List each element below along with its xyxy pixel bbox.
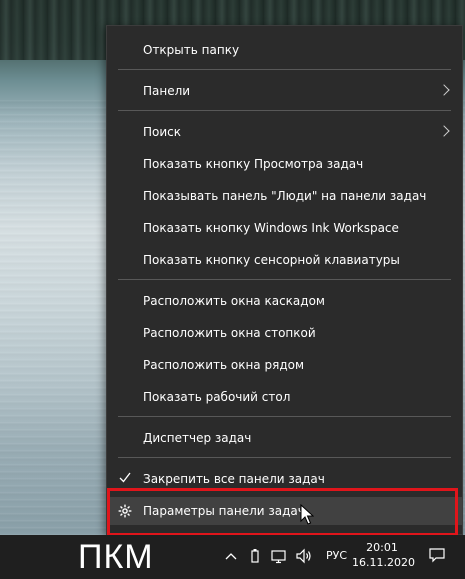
clock-time: 20:01: [366, 541, 398, 554]
chevron-up-icon[interactable]: [224, 547, 238, 565]
system-clock[interactable]: 20:01 16.11.2020: [352, 540, 415, 570]
menu-item-label: Расположить окна рядом: [143, 358, 305, 372]
notification-icon[interactable]: [428, 546, 446, 564]
menu-item-label: Показать кнопку Просмотра задач: [143, 157, 364, 171]
menu-separator: [118, 416, 451, 417]
language-indicator[interactable]: РУС: [326, 548, 347, 564]
menu-item-search[interactable]: Поиск: [107, 118, 462, 146]
annotation-highlight-box: [107, 488, 458, 536]
menu-item-label: Показать рабочий стол: [143, 390, 291, 404]
taskbar-context-menu: Открыть папку Панели Поиск Показать кноп…: [106, 25, 463, 535]
menu-item-show-task-view[interactable]: Показать кнопку Просмотра задач: [107, 150, 462, 178]
network-icon[interactable]: [270, 547, 288, 565]
chevron-right-icon: [438, 84, 450, 96]
menu-item-side-by-side-windows[interactable]: Расположить окна рядом: [107, 351, 462, 379]
menu-item-show-ink-workspace[interactable]: Показать кнопку Windows Ink Workspace: [107, 214, 462, 242]
clock-date: 16.11.2020: [352, 556, 415, 569]
menu-separator: [118, 69, 451, 70]
chevron-right-icon: [438, 125, 450, 137]
menu-item-label: Диспетчер задач: [143, 431, 252, 445]
menu-item-cascade-windows[interactable]: Расположить окна каскадом: [107, 287, 462, 315]
menu-separator: [118, 279, 451, 280]
menu-item-toolbars[interactable]: Панели: [107, 77, 462, 105]
menu-item-label: Закрепить все панели задач: [143, 472, 325, 486]
menu-item-open-folder[interactable]: Открыть папку: [107, 36, 462, 64]
menu-item-label: Открыть папку: [143, 43, 240, 57]
menu-item-task-manager[interactable]: Диспетчер задач: [107, 424, 462, 452]
menu-item-label: Показать кнопку Windows Ink Workspace: [143, 221, 399, 235]
menu-item-label: Расположить окна стопкой: [143, 326, 316, 340]
volume-icon[interactable]: [295, 547, 313, 565]
mouse-cursor-icon: [300, 504, 314, 525]
menu-item-show-desktop[interactable]: Показать рабочий стол: [107, 383, 462, 411]
menu-item-show-touch-keyboard[interactable]: Показать кнопку сенсорной клавиатуры: [107, 246, 462, 274]
menu-item-label: Панели: [143, 84, 191, 98]
menu-separator: [118, 110, 451, 111]
menu-item-label: Поиск: [143, 125, 182, 139]
menu-item-label: Показать кнопку сенсорной клавиатуры: [143, 253, 400, 267]
menu-item-stack-windows[interactable]: Расположить окна стопкой: [107, 319, 462, 347]
usb-icon[interactable]: [248, 547, 262, 565]
menu-item-show-people[interactable]: Показывать панель "Люди" на панели задач: [107, 182, 462, 210]
menu-item-label: Расположить окна каскадом: [143, 294, 325, 308]
checkmark-icon: [119, 472, 131, 483]
annotation-label: ПКМ: [78, 538, 154, 576]
menu-item-label: Показывать панель "Люди" на панели задач: [143, 189, 427, 203]
menu-separator: [118, 457, 451, 458]
